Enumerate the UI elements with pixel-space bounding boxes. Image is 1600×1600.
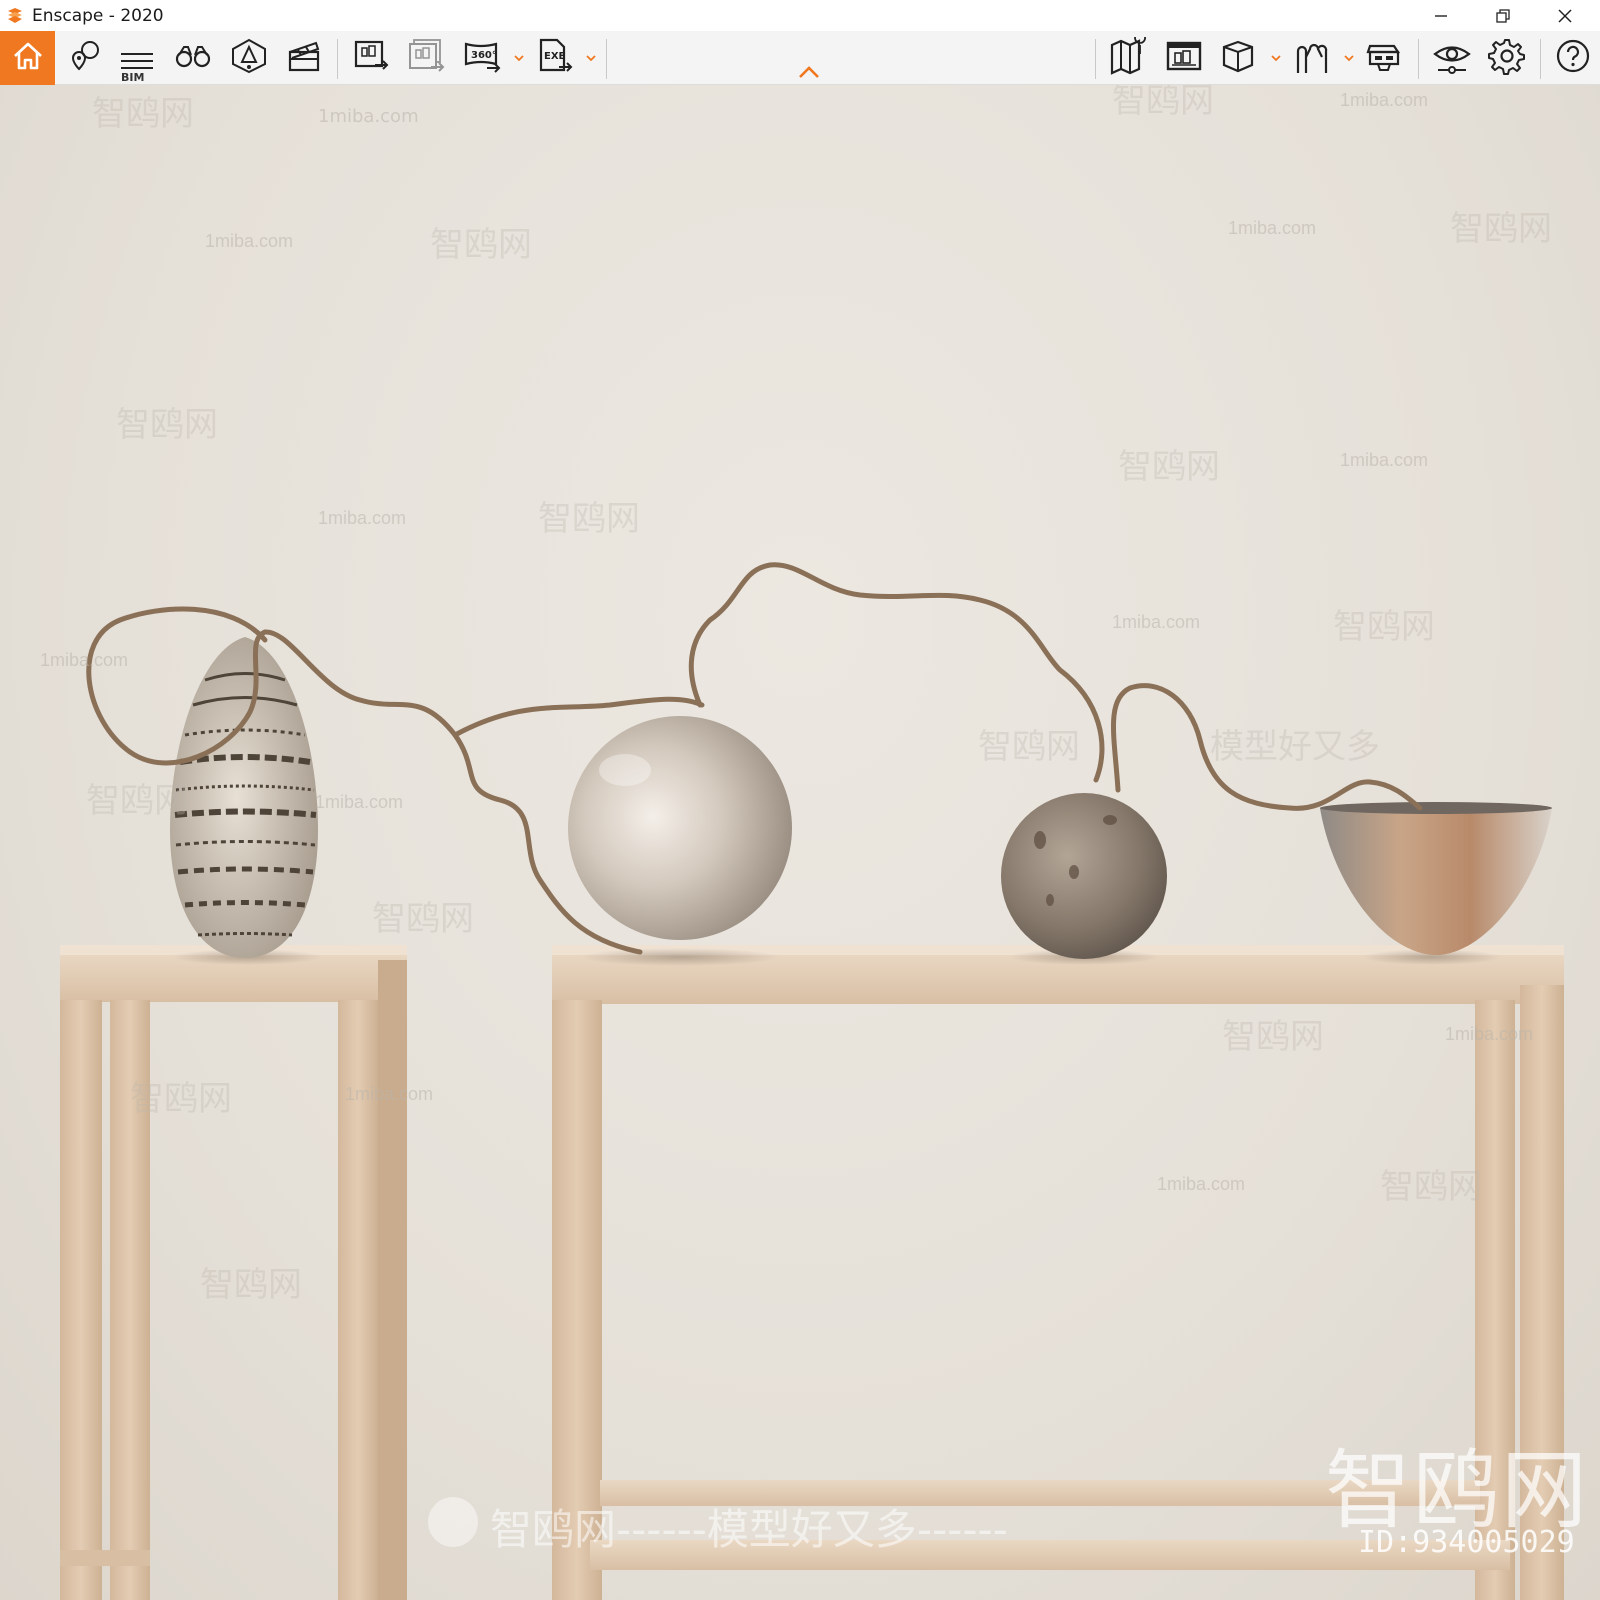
light-sphere-vase <box>568 716 792 940</box>
batch-render-icon <box>407 38 447 79</box>
screenshot-button[interactable] <box>347 34 397 82</box>
render-viewport[interactable]: 1miba.com 智鸥网 智鸥网 1miba.com 1miba.com 智鸥… <box>0 85 1600 1600</box>
watermark-text: 1miba.com <box>1340 90 1428 110</box>
sun-position-icon <box>230 37 268 80</box>
minimize-button[interactable] <box>1410 0 1472 31</box>
render-360-icon: 360° <box>463 38 503 79</box>
home-icon <box>11 39 45 78</box>
vase-shadow <box>580 948 780 966</box>
watermark-text: 1miba.com <box>40 650 128 670</box>
toolbar-separator <box>337 39 338 79</box>
watermark-text: 1miba.com <box>318 508 406 528</box>
visual-settings-button[interactable] <box>1427 34 1477 82</box>
watermark-text: 智鸥网 <box>116 406 218 444</box>
settings-button[interactable] <box>1482 34 1532 82</box>
watermark-text: 1miba.com <box>315 792 403 812</box>
chevron-down-icon <box>586 49 596 67</box>
watermark-text: 智鸥网 <box>1333 608 1435 646</box>
watermark-text: 智鸥网 <box>978 728 1080 766</box>
watermark-text: 1miba.com <box>318 106 419 127</box>
window-title: Enscape - 2020 <box>32 5 164 26</box>
batch-render-button[interactable] <box>402 34 452 82</box>
export-exe-dropdown[interactable] <box>585 50 597 66</box>
watermark-text: 智鸥网 <box>1118 448 1220 486</box>
patterned-egg-vase <box>170 637 318 958</box>
watermark-text: 智鸥网 <box>86 782 188 820</box>
watermark-text: 模型好又多 <box>1210 728 1380 766</box>
toolbar-separator <box>1540 39 1541 79</box>
cube-view-button[interactable] <box>1213 34 1263 82</box>
dark-sphere-vase <box>1001 793 1167 959</box>
people-icon <box>1292 37 1332 80</box>
asset-library-button[interactable] <box>1159 34 1209 82</box>
vr-headset-icon <box>1364 38 1404 79</box>
people-button[interactable] <box>1287 34 1337 82</box>
watermark-text: 1miba.com <box>1157 1174 1245 1194</box>
enscape-window: Enscape - 2020 BIM 360° EXE 1miba.com 智鸥… <box>0 0 1600 1600</box>
svg-text:360°: 360° <box>471 50 497 61</box>
watermark-footer: 智鸥网------模型好又多------ <box>490 1505 1008 1554</box>
watermark-text: 智鸥网 <box>1380 1168 1482 1206</box>
toolbar-separator <box>1095 39 1096 79</box>
help-button[interactable] <box>1548 34 1598 82</box>
help-icon <box>1555 38 1591 79</box>
export-exe-button[interactable]: EXE <box>531 34 581 82</box>
sun-position-button[interactable] <box>224 34 274 82</box>
asset-library-icon <box>1165 39 1203 78</box>
watermark-text: 1miba.com <box>1445 1024 1533 1044</box>
chevron-up-icon <box>798 65 820 84</box>
watermark-text: 智鸥网 <box>92 95 194 133</box>
watermark-text: 智鸥网 <box>372 900 474 938</box>
cube-view-icon <box>1219 37 1257 80</box>
chevron-down-icon <box>1344 49 1354 67</box>
binoculars-icon <box>173 41 213 76</box>
chevron-down-icon <box>1271 49 1281 67</box>
enscape-logo-icon <box>4 5 26 27</box>
eye-visual-settings-icon <box>1432 38 1472 79</box>
watermark-text: 智鸥网 <box>1222 1018 1324 1056</box>
watermark-text: 智鸥网 <box>430 226 532 264</box>
close-button[interactable] <box>1534 0 1596 31</box>
home-button[interactable] <box>0 31 55 85</box>
clapperboard-icon <box>286 38 322 79</box>
rustic-bowl <box>1320 802 1552 955</box>
bim-label: BIM <box>121 71 145 84</box>
toolbar-separator <box>1418 39 1419 79</box>
watermark-text: 智鸥网 <box>1112 85 1214 120</box>
location-pin-icon <box>65 38 103 79</box>
brand-logo-icon <box>428 1497 478 1547</box>
sphere-highlight <box>599 754 651 786</box>
cube-view-dropdown[interactable] <box>1270 50 1282 66</box>
watermark-text: 智鸥网 <box>1450 210 1552 248</box>
watermark-text: 1miba.com <box>205 231 293 251</box>
render-360-dropdown[interactable] <box>513 50 525 66</box>
toolbar-separator <box>606 39 607 79</box>
watermark-text: 智鸥网 <box>538 500 640 538</box>
map-icon <box>1109 31 1149 80</box>
walk-mode-button[interactable] <box>168 34 218 82</box>
watermark-text: 1miba.com <box>1112 612 1200 632</box>
watermark-text: 智鸥网 <box>200 1266 302 1304</box>
vr-headset-button[interactable] <box>1359 34 1409 82</box>
watermark-text: 1miba.com <box>1228 218 1316 238</box>
views-button[interactable] <box>59 34 109 82</box>
render-360-button[interactable]: 360° <box>458 34 508 82</box>
watermark-text: 1miba.com <box>345 1084 433 1104</box>
watermark-text: 智鸥网 <box>130 1080 232 1118</box>
video-editor-button[interactable] <box>279 34 329 82</box>
title-bar: Enscape - 2020 <box>0 0 1600 31</box>
chevron-down-icon <box>514 49 524 67</box>
people-dropdown[interactable] <box>1343 50 1355 66</box>
restore-button[interactable] <box>1472 0 1534 31</box>
svg-text:EXE: EXE <box>544 51 566 62</box>
export-exe-icon: EXE <box>537 37 575 80</box>
collapse-toolbar-toggle[interactable] <box>796 65 822 84</box>
render-image-icon <box>353 38 391 79</box>
gear-icon <box>1488 37 1526 80</box>
scene-render: 1miba.com 智鸥网 智鸥网 1miba.com 1miba.com 智鸥… <box>40 85 1564 1600</box>
watermark-text: 1miba.com <box>1340 450 1428 470</box>
watermark-id: ID:934005029 <box>1358 1525 1575 1560</box>
map-button[interactable] <box>1104 31 1154 82</box>
